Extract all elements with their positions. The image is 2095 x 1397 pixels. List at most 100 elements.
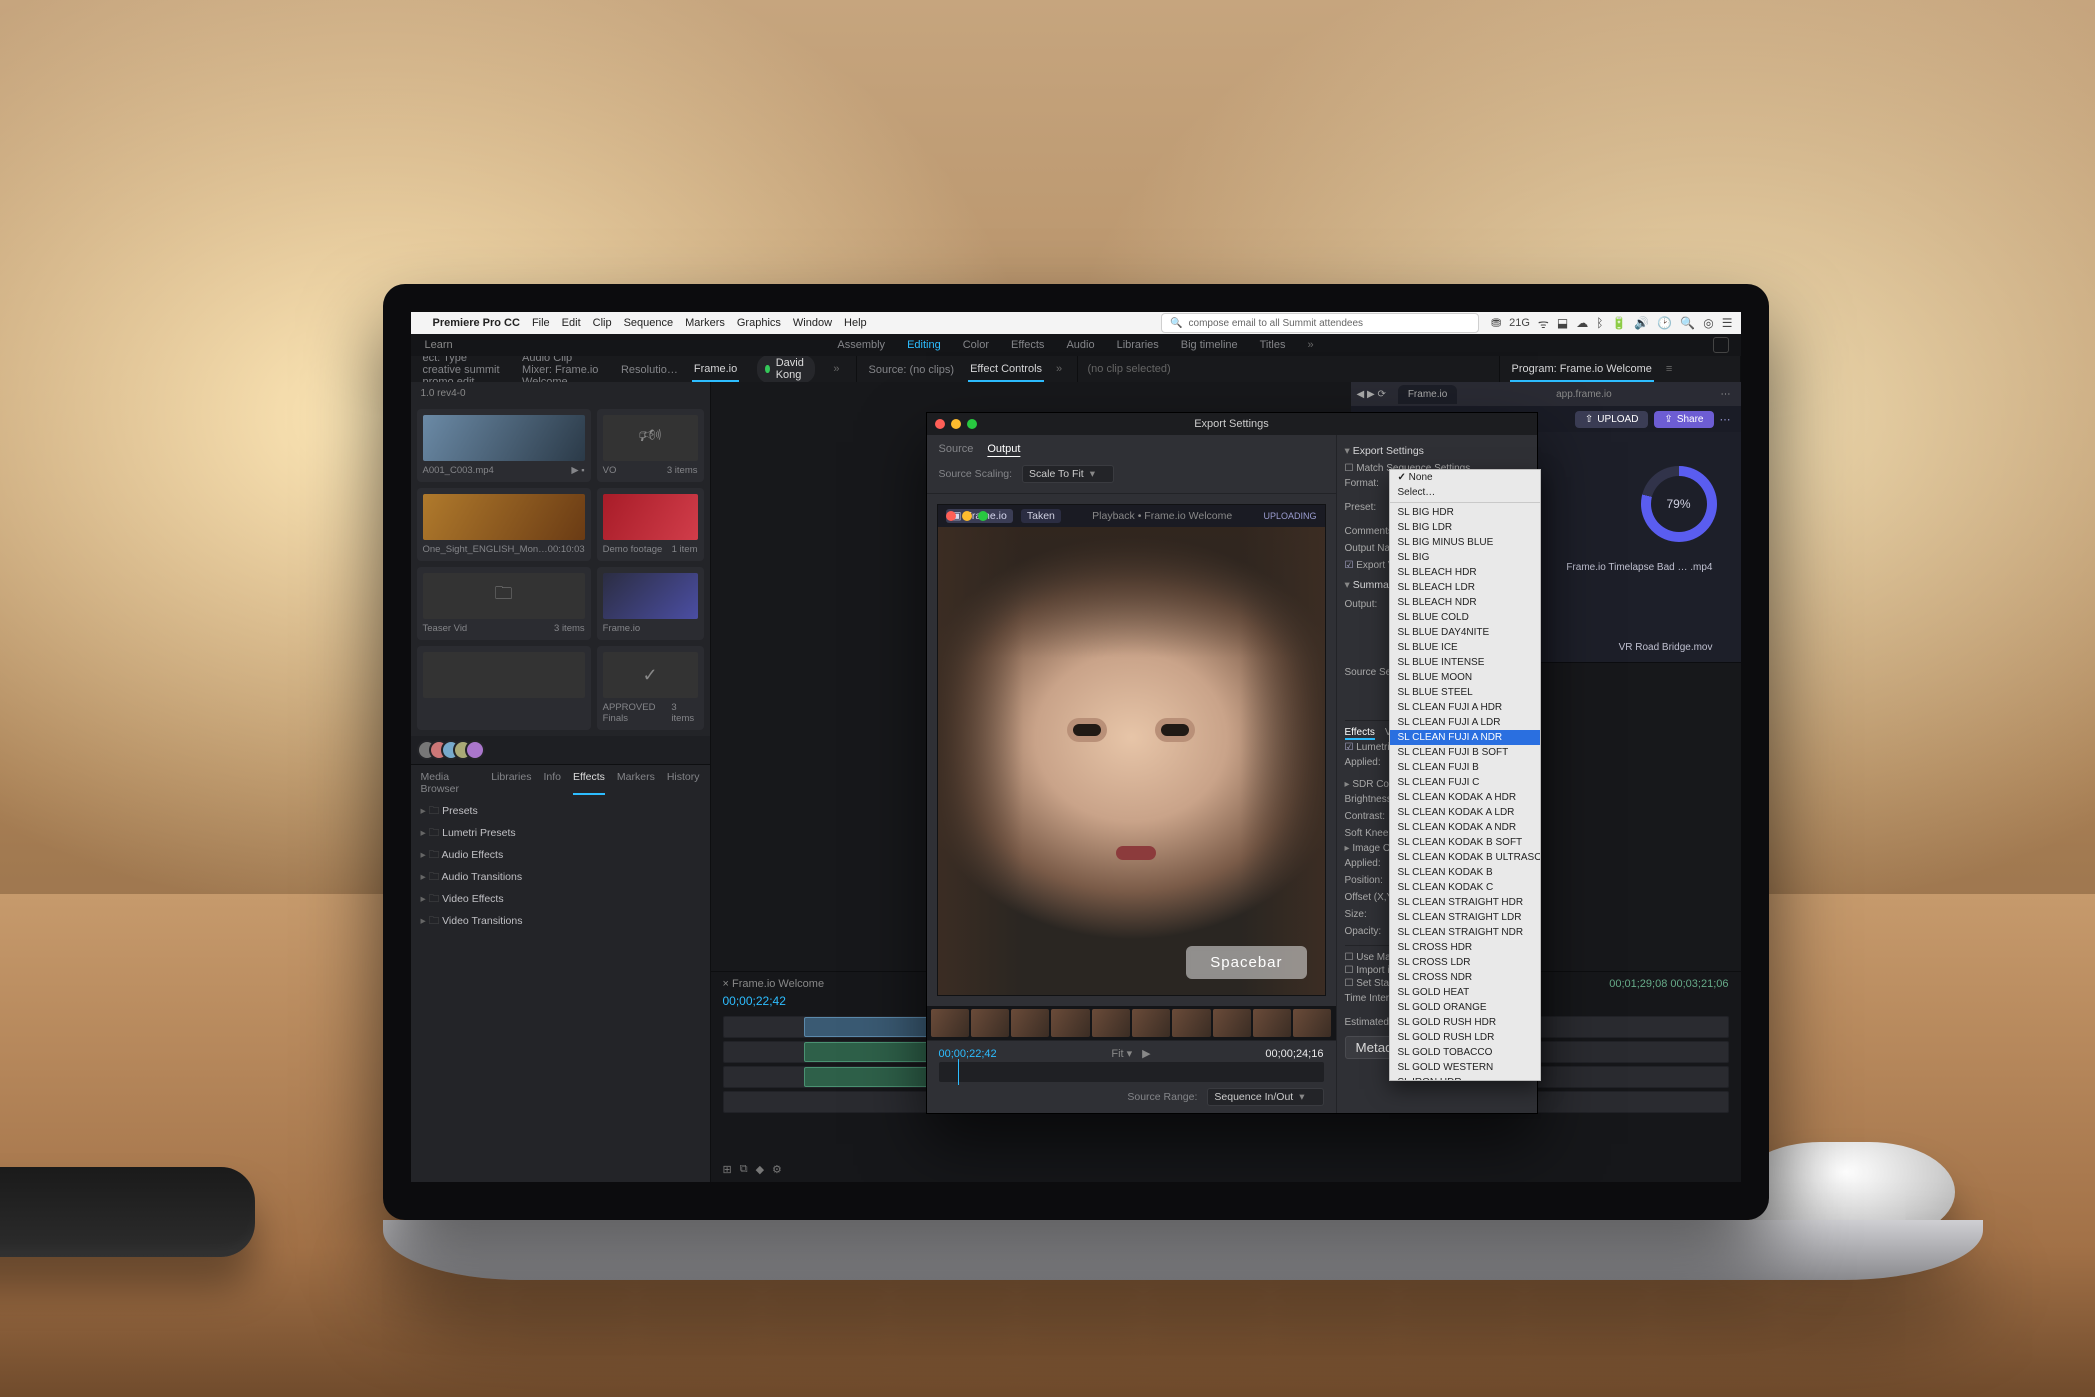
- timeline-tab[interactable]: × Frame.io Welcome: [723, 978, 825, 990]
- browser-menu-icon[interactable]: ⋯: [1711, 389, 1741, 400]
- lut-option[interactable]: SL GOLD ORANGE: [1390, 1000, 1540, 1015]
- fx-tab-markers[interactable]: Markers: [617, 771, 655, 795]
- fx-tab-lib[interactable]: Libraries: [491, 771, 531, 795]
- spotlight-search[interactable]: 🔍 compose email to all Summit attendees: [1161, 313, 1479, 333]
- lut-option[interactable]: SL BIG LDR: [1390, 520, 1540, 535]
- lut-option[interactable]: SL BLUE DAY4NITE: [1390, 625, 1540, 640]
- lut-option[interactable]: SL BLEACH LDR: [1390, 580, 1540, 595]
- project-bin-7[interactable]: ✓APPROVED Finals3 items: [597, 646, 704, 730]
- menu-markers[interactable]: Markers: [685, 317, 725, 329]
- browser-overflow-icon[interactable]: ⋯: [1720, 413, 1731, 426]
- tab-source[interactable]: Source: (no clips): [867, 358, 957, 381]
- project-bin-3[interactable]: Demo footage1 item: [597, 488, 704, 561]
- minimize-icon[interactable]: [951, 419, 961, 429]
- lut-option[interactable]: SL CLEAN KODAK A HDR: [1390, 790, 1540, 805]
- lut-option[interactable]: SL CLEAN STRAIGHT LDR: [1390, 910, 1540, 925]
- timeline-controls[interactable]: ⊞ ⧉ ◆ ⚙: [723, 1163, 782, 1176]
- lut-option[interactable]: SL BIG HDR: [1390, 505, 1540, 520]
- ws-audio[interactable]: Audio: [1066, 339, 1094, 351]
- project-clip-5[interactable]: Frame.io: [597, 567, 704, 640]
- frameio-user[interactable]: David Kong: [757, 355, 815, 383]
- menu-clip[interactable]: Clip: [593, 317, 612, 329]
- lut-option[interactable]: SL CLEAN KODAK B: [1390, 865, 1540, 880]
- tray-cloud-icon[interactable]: ☁: [1576, 316, 1588, 330]
- lut-option[interactable]: SL CLEAN KODAK A LDR: [1390, 805, 1540, 820]
- preview-filmstrip[interactable]: [927, 1006, 1336, 1040]
- app-name[interactable]: Premiere Pro CC: [433, 317, 520, 329]
- zoom-icon[interactable]: [967, 419, 977, 429]
- menu-sequence[interactable]: Sequence: [624, 317, 674, 329]
- close-icon[interactable]: [935, 419, 945, 429]
- tl-link-icon[interactable]: ⧉: [740, 1163, 748, 1176]
- lut-option[interactable]: SL CLEAN STRAIGHT HDR: [1390, 895, 1540, 910]
- fx-tab-info[interactable]: Info: [543, 771, 561, 795]
- source-range-select[interactable]: Sequence In/Out: [1207, 1088, 1323, 1106]
- upload-file-2[interactable]: VR Road Bridge.mov: [1619, 642, 1713, 653]
- learn-tab[interactable]: Learn: [425, 339, 453, 351]
- lut-option[interactable]: SL CROSS HDR: [1390, 940, 1540, 955]
- ec-overflow[interactable]: »: [1056, 363, 1062, 375]
- close-panel-icon[interactable]: »: [827, 363, 845, 375]
- lut-option[interactable]: SL CLEAN FUJI B: [1390, 760, 1540, 775]
- tray-battery-icon[interactable]: 🔋: [1611, 316, 1626, 330]
- exp-tab-source[interactable]: Source: [939, 443, 974, 455]
- lut-option[interactable]: SL CLEAN FUJI B SOFT: [1390, 745, 1540, 760]
- fx-folder-0[interactable]: Presets: [421, 803, 700, 821]
- transport-play-icon[interactable]: ▶: [1142, 1047, 1150, 1060]
- fx-folder-5[interactable]: Video Transitions: [421, 913, 700, 931]
- exp-tab-output[interactable]: Output: [987, 443, 1020, 455]
- fx-tab-media[interactable]: Media Browser: [421, 771, 480, 795]
- lut-option[interactable]: SL GOLD HEAT: [1390, 985, 1540, 1000]
- fx-folder-3[interactable]: Audio Transitions: [421, 869, 700, 887]
- lut-option[interactable]: SL CLEAN KODAK A NDR: [1390, 820, 1540, 835]
- tab-frameio[interactable]: Frame.io: [692, 357, 739, 382]
- tray-vol-icon[interactable]: 🔊: [1634, 316, 1649, 330]
- lut-dropdown[interactable]: NoneSelect… SL BIG HDRSL BIG LDRSL BIG MI…: [1389, 469, 1541, 1081]
- ws-effects[interactable]: Effects: [1011, 339, 1044, 351]
- lut-option[interactable]: SL CLEAN STRAIGHT NDR: [1390, 925, 1540, 940]
- lut-option[interactable]: None: [1390, 470, 1540, 485]
- lut-option[interactable]: SL GOLD RUSH LDR: [1390, 1030, 1540, 1045]
- upload-button[interactable]: ⇧ UPLOAD: [1575, 411, 1649, 428]
- project-bin-4[interactable]: 🗀Teaser Vid3 items: [417, 567, 591, 640]
- ws-libraries[interactable]: Libraries: [1117, 339, 1159, 351]
- fx-tab-history[interactable]: History: [667, 771, 700, 795]
- lut-option[interactable]: SL CLEAN KODAK B SOFT: [1390, 835, 1540, 850]
- tray-disk-icon[interactable]: ⛃: [1491, 316, 1501, 330]
- lut-option[interactable]: SL BLUE ICE: [1390, 640, 1540, 655]
- lut-option[interactable]: SL CLEAN FUJI A HDR: [1390, 700, 1540, 715]
- lut-option[interactable]: SL IRON HDR: [1390, 1075, 1540, 1081]
- ws-color[interactable]: Color: [963, 339, 989, 351]
- export-time-in[interactable]: 00;00;22;42: [939, 1048, 997, 1060]
- ws-overflow[interactable]: »: [1308, 339, 1314, 351]
- lut-option[interactable]: SL BIG MINUS BLUE: [1390, 535, 1540, 550]
- ws-assembly[interactable]: Assembly: [837, 339, 885, 351]
- window-traffic-lights[interactable]: [935, 419, 977, 429]
- export-scrub-bar[interactable]: [939, 1062, 1324, 1082]
- tl-marker-icon[interactable]: ◆: [756, 1163, 764, 1176]
- fit-select[interactable]: Fit ▾: [1111, 1047, 1132, 1060]
- tray-notif-icon[interactable]: ☰: [1722, 316, 1733, 330]
- fx-folder-4[interactable]: Video Effects: [421, 891, 700, 909]
- lut-option[interactable]: SL BLUE INTENSE: [1390, 655, 1540, 670]
- tab-program[interactable]: Program: Frame.io Welcome: [1510, 357, 1654, 382]
- lut-option[interactable]: Select…: [1390, 485, 1540, 503]
- tray-dropbox-icon[interactable]: ⬓: [1557, 316, 1568, 330]
- project-clip-0[interactable]: A001_C003.mp4▶ ▪: [417, 409, 591, 482]
- project-clip-6[interactable]: [417, 646, 591, 730]
- lut-option[interactable]: SL CROSS NDR: [1390, 970, 1540, 985]
- tray-wifi-icon[interactable]: ᯤ: [1538, 315, 1549, 332]
- lut-option[interactable]: SL GOLD RUSH HDR: [1390, 1015, 1540, 1030]
- prog-overflow[interactable]: ≡: [1666, 363, 1672, 375]
- menu-graphics[interactable]: Graphics: [737, 317, 781, 329]
- upload-file-1[interactable]: Frame.io Timelapse Bad … .mp4: [1566, 562, 1712, 573]
- project-bin-1[interactable]: 🕬VO3 items: [597, 409, 704, 482]
- tray-bt-icon[interactable]: ᛒ: [1596, 316, 1603, 330]
- browser-tab-frameio[interactable]: Frame.io: [1398, 385, 1457, 404]
- lut-option[interactable]: SL CLEAN KODAK B ULTRASOFT: [1390, 850, 1540, 865]
- lut-option[interactable]: SL BLUE STEEL: [1390, 685, 1540, 700]
- lut-option[interactable]: SL BLUE MOON: [1390, 670, 1540, 685]
- lut-option[interactable]: SL CROSS LDR: [1390, 955, 1540, 970]
- tab-resolution[interactable]: Resolutio…: [619, 358, 680, 381]
- browser-url[interactable]: app.frame.io: [1457, 389, 1710, 400]
